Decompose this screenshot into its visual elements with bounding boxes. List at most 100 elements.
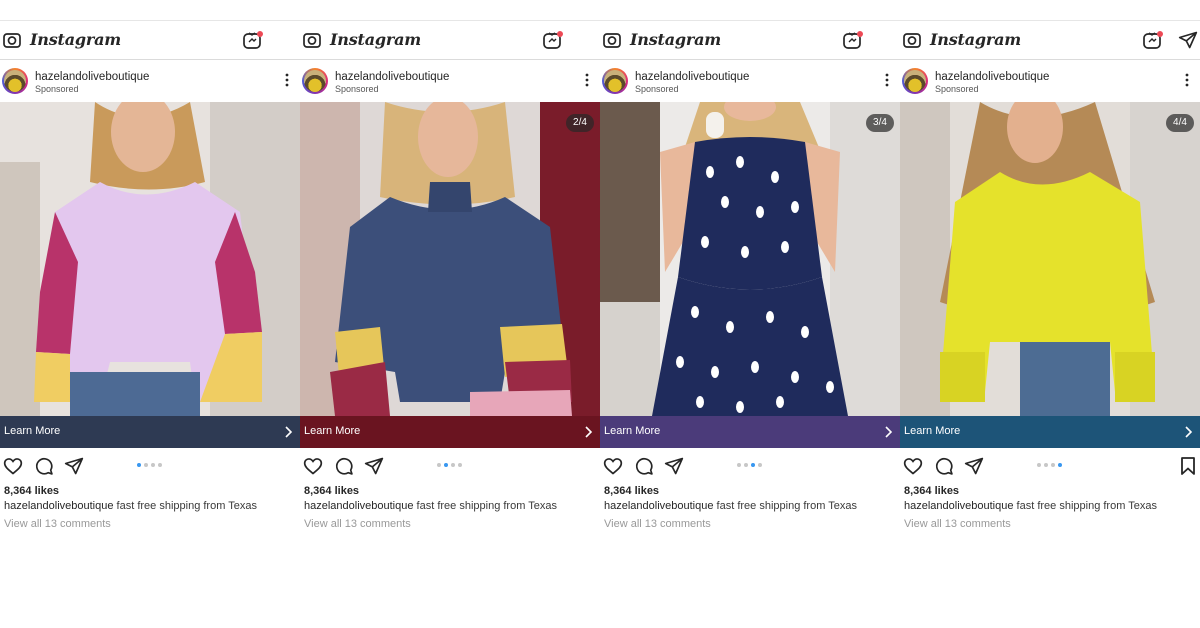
caption-username[interactable]: hazelandoliveboutique bbox=[304, 500, 413, 512]
view-comments-link[interactable]: View all 13 comments bbox=[904, 518, 1011, 530]
likes-count[interactable]: 8,364 likes bbox=[4, 485, 59, 497]
caption-username[interactable]: hazelandoliveboutique bbox=[904, 500, 1013, 512]
comment-icon[interactable] bbox=[634, 456, 654, 476]
likes-count[interactable]: 8,364 likes bbox=[304, 485, 359, 497]
carousel-counter: 2/4 bbox=[566, 114, 594, 132]
share-icon[interactable] bbox=[664, 456, 684, 476]
app-header: Instagram bbox=[300, 21, 600, 60]
send-icon[interactable] bbox=[1178, 30, 1198, 50]
view-comments-link[interactable]: View all 13 comments bbox=[604, 518, 711, 530]
caption-username[interactable]: hazelandoliveboutique bbox=[4, 500, 113, 512]
camera-icon[interactable] bbox=[2, 30, 22, 50]
caption-text: fast free shipping from Texas bbox=[416, 500, 557, 512]
post-username[interactable]: hazelandoliveboutique bbox=[635, 71, 749, 83]
carousel-dots bbox=[437, 463, 465, 469]
likes-count[interactable]: 8,364 likes bbox=[604, 485, 659, 497]
learn-more-label: Learn More bbox=[904, 425, 961, 437]
post-username[interactable]: hazelandoliveboutique bbox=[35, 71, 149, 83]
post-caption: hazelandoliveboutique fast free shipping… bbox=[4, 500, 257, 512]
camera-icon[interactable] bbox=[302, 30, 322, 50]
more-icon[interactable] bbox=[884, 72, 890, 88]
igtv-icon[interactable] bbox=[1142, 29, 1164, 51]
heart-icon[interactable] bbox=[903, 456, 923, 476]
post-image[interactable] bbox=[0, 102, 300, 416]
carousel-dots bbox=[137, 463, 165, 469]
post-header: hazelandoliveboutique Sponsored bbox=[900, 60, 1200, 102]
view-comments-link[interactable]: View all 13 comments bbox=[304, 518, 411, 530]
more-icon[interactable] bbox=[1184, 72, 1190, 88]
igtv-icon[interactable] bbox=[842, 29, 864, 51]
post-image[interactable]: 2/4 bbox=[300, 102, 600, 416]
post-header: hazelandoliveboutique Sponsored bbox=[0, 60, 300, 102]
chevron-right-icon bbox=[585, 426, 593, 438]
camera-icon[interactable] bbox=[902, 30, 922, 50]
sponsored-label: Sponsored bbox=[635, 84, 679, 94]
camera-icon[interactable] bbox=[602, 30, 622, 50]
post-actions bbox=[600, 448, 900, 484]
igtv-icon[interactable] bbox=[542, 29, 564, 51]
caption-text: fast free shipping from Texas bbox=[116, 500, 257, 512]
share-icon[interactable] bbox=[964, 456, 984, 476]
post-header: hazelandoliveboutique Sponsored bbox=[600, 60, 900, 102]
post-panel-4: Instagram hazelandoliveboutique Sponsore… bbox=[900, 20, 1200, 540]
post-actions bbox=[900, 448, 1200, 484]
learn-more-button[interactable]: Learn More bbox=[600, 416, 900, 448]
caption-username[interactable]: hazelandoliveboutique bbox=[604, 500, 713, 512]
heart-icon[interactable] bbox=[3, 456, 23, 476]
bookmark-icon[interactable] bbox=[1179, 456, 1197, 476]
instagram-wordmark: Instagram bbox=[930, 30, 1021, 49]
igtv-icon[interactable] bbox=[242, 29, 264, 51]
post-caption: hazelandoliveboutique fast free shipping… bbox=[304, 500, 557, 512]
post-caption: hazelandoliveboutique fast free shipping… bbox=[604, 500, 857, 512]
learn-more-button[interactable]: Learn More bbox=[0, 416, 300, 448]
more-icon[interactable] bbox=[584, 72, 590, 88]
more-icon[interactable] bbox=[284, 72, 290, 88]
caption-text: fast free shipping from Texas bbox=[716, 500, 857, 512]
post-panel-2: Instagram hazelandoliveboutique Sponsore… bbox=[300, 20, 600, 540]
app-header: Instagram bbox=[600, 21, 900, 60]
post-image[interactable]: 3/4 bbox=[600, 102, 900, 416]
learn-more-button[interactable]: Learn More bbox=[900, 416, 1200, 448]
app-header: Instagram bbox=[0, 21, 300, 60]
carousel-counter: 4/4 bbox=[1166, 114, 1194, 132]
carousel-counter: 3/4 bbox=[866, 114, 894, 132]
sponsored-label: Sponsored bbox=[335, 84, 379, 94]
comment-icon[interactable] bbox=[34, 456, 54, 476]
comment-icon[interactable] bbox=[934, 456, 954, 476]
avatar[interactable] bbox=[2, 68, 28, 94]
likes-count[interactable]: 8,364 likes bbox=[904, 485, 959, 497]
app-header: Instagram bbox=[900, 21, 1200, 60]
instagram-wordmark: Instagram bbox=[30, 30, 121, 49]
chevron-right-icon bbox=[285, 426, 293, 438]
post-panel-1: Instagram hazelandoliveboutique Sponsore… bbox=[0, 20, 300, 540]
view-comments-link[interactable]: View all 13 comments bbox=[4, 518, 111, 530]
post-image[interactable]: 4/4 bbox=[900, 102, 1200, 416]
caption-text: fast free shipping from Texas bbox=[1016, 500, 1157, 512]
comment-icon[interactable] bbox=[334, 456, 354, 476]
carousel-dots bbox=[1037, 463, 1065, 469]
learn-more-button[interactable]: Learn More bbox=[300, 416, 600, 448]
instagram-wordmark: Instagram bbox=[630, 30, 721, 49]
chevron-right-icon bbox=[885, 426, 893, 438]
share-icon[interactable] bbox=[364, 456, 384, 476]
post-panel-3: Instagram hazelandoliveboutique Sponsore… bbox=[600, 20, 900, 540]
post-actions bbox=[0, 448, 300, 484]
avatar[interactable] bbox=[602, 68, 628, 94]
avatar[interactable] bbox=[902, 68, 928, 94]
heart-icon[interactable] bbox=[303, 456, 323, 476]
sponsored-label: Sponsored bbox=[935, 84, 979, 94]
avatar[interactable] bbox=[302, 68, 328, 94]
learn-more-label: Learn More bbox=[604, 425, 661, 437]
carousel-dots bbox=[737, 463, 765, 469]
heart-icon[interactable] bbox=[603, 456, 623, 476]
post-username[interactable]: hazelandoliveboutique bbox=[335, 71, 449, 83]
post-caption: hazelandoliveboutique fast free shipping… bbox=[904, 500, 1157, 512]
post-actions bbox=[300, 448, 600, 484]
share-icon[interactable] bbox=[64, 456, 84, 476]
instagram-wordmark: Instagram bbox=[330, 30, 421, 49]
ad-carousel-strip: Instagram hazelandoliveboutique Sponsore… bbox=[0, 0, 1200, 628]
post-username[interactable]: hazelandoliveboutique bbox=[935, 71, 1049, 83]
learn-more-label: Learn More bbox=[304, 425, 361, 437]
learn-more-label: Learn More bbox=[4, 425, 61, 437]
post-header: hazelandoliveboutique Sponsored bbox=[300, 60, 600, 102]
